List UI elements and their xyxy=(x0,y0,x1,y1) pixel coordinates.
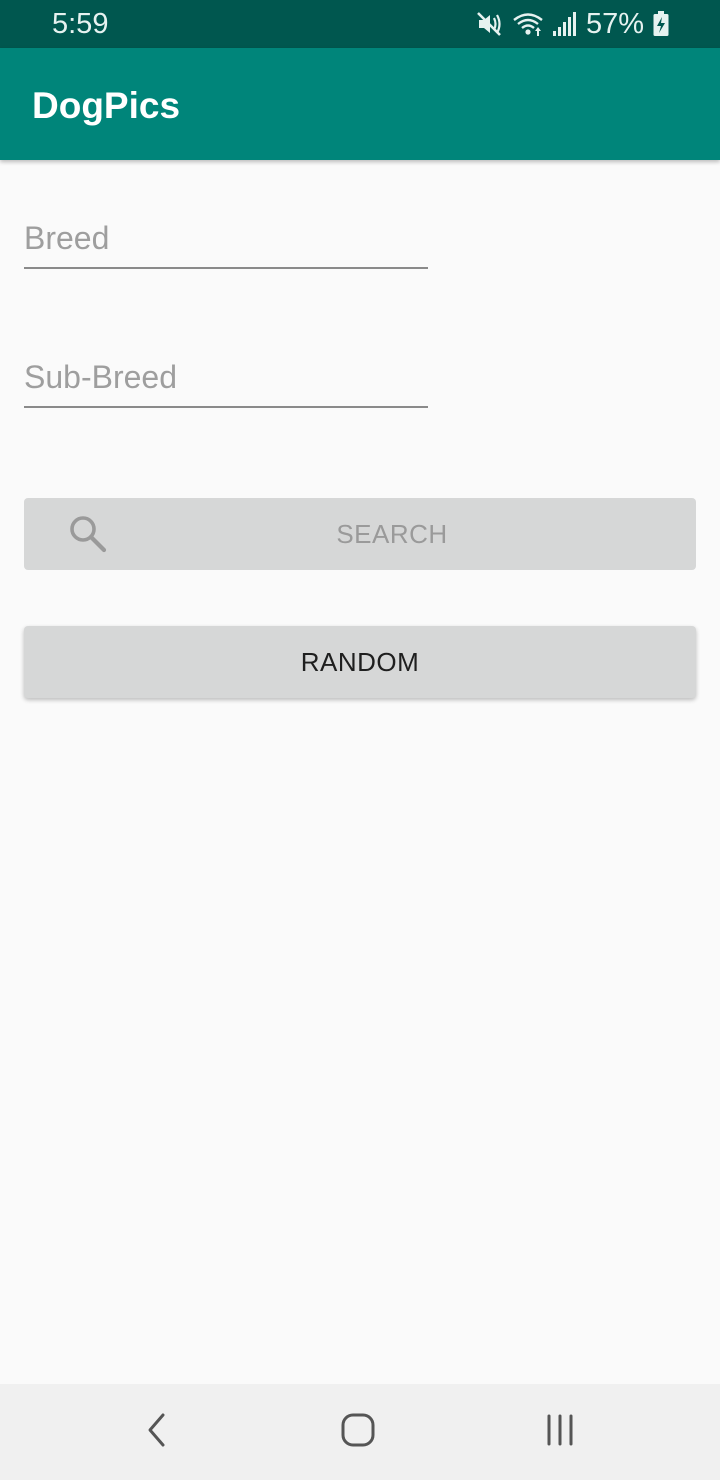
recent-apps-icon xyxy=(543,1413,577,1452)
random-button[interactable]: RANDOM xyxy=(24,626,696,698)
signal-icon xyxy=(552,11,578,37)
back-button[interactable] xyxy=(133,1408,181,1456)
sub-breed-input[interactable] xyxy=(24,348,428,408)
home-button[interactable] xyxy=(334,1408,382,1456)
mute-icon xyxy=(476,11,504,37)
status-icons: 57% xyxy=(476,8,670,40)
battery-charging-icon xyxy=(652,10,670,38)
recent-apps-button[interactable] xyxy=(536,1408,584,1456)
status-time: 5:59 xyxy=(52,8,109,40)
app-bar: DogPics xyxy=(0,48,720,160)
home-icon xyxy=(340,1412,376,1453)
navigation-bar xyxy=(0,1384,720,1480)
breed-field xyxy=(24,209,428,269)
search-button[interactable]: SEARCH xyxy=(24,498,696,570)
sub-breed-field xyxy=(24,348,428,408)
status-bar: 5:59 57% xyxy=(0,0,720,48)
wifi-icon xyxy=(512,11,544,37)
app-title: DogPics xyxy=(32,85,181,126)
battery-percent: 57% xyxy=(585,8,644,40)
search-button-label: SEARCH xyxy=(336,518,448,549)
back-icon xyxy=(145,1412,169,1453)
screen: 5:59 57% DogPics Breed Sub-Breed SEARCH … xyxy=(0,0,720,1480)
random-button-label: RANDOM xyxy=(300,646,420,677)
breed-input[interactable] xyxy=(24,209,428,269)
